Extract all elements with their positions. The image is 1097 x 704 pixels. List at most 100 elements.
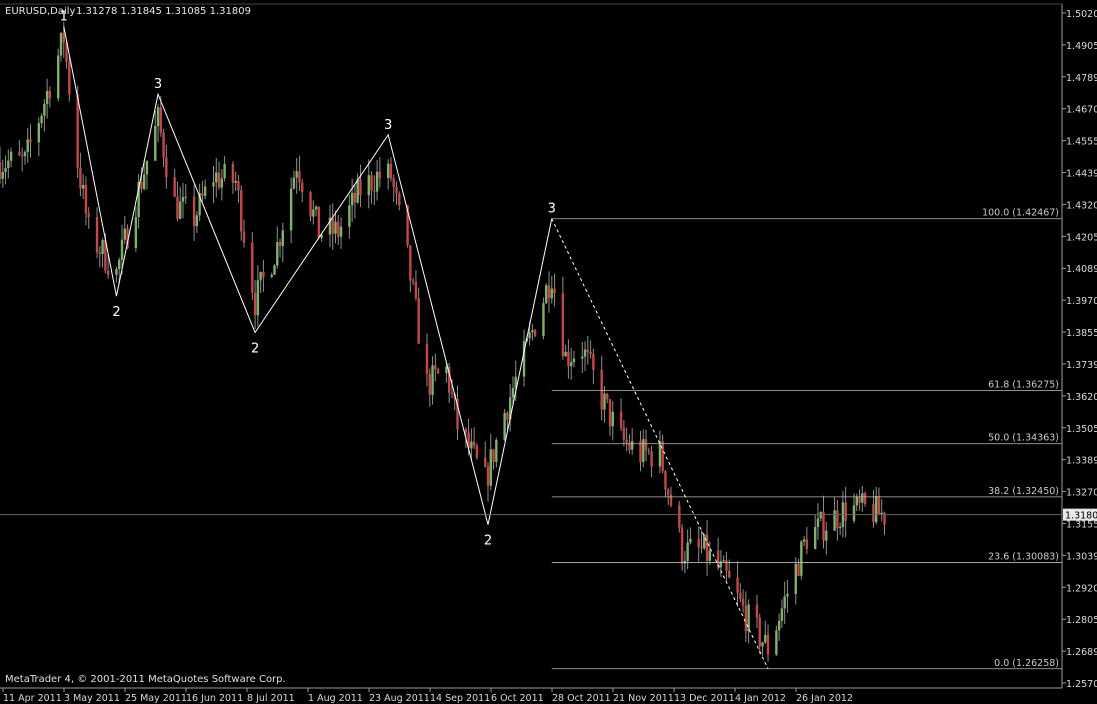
candle-body (486, 466, 490, 486)
candle-body (550, 288, 553, 299)
candle-body (622, 427, 626, 440)
candle-body (838, 527, 842, 529)
candle-body (664, 471, 667, 490)
candle-body (253, 292, 257, 316)
y-tick-label: 1.28050 (1066, 615, 1097, 626)
candle-body (642, 439, 645, 462)
candle-body (630, 441, 634, 450)
y-tick-label: 1.50205 (1066, 9, 1097, 20)
candle-body (761, 642, 764, 647)
candle-body (567, 351, 570, 367)
wave-label-2: 2 (484, 534, 492, 549)
y-tick-label: 1.30395 (1066, 551, 1097, 562)
candle-body (414, 281, 418, 299)
candle-body (484, 457, 487, 467)
candle-body (378, 171, 382, 179)
candle-body (309, 192, 312, 217)
candle-body (331, 217, 334, 234)
candle-body (184, 196, 187, 198)
candle-body (59, 32, 63, 56)
candle-body (775, 630, 778, 655)
y-tick-label: 1.42050 (1066, 232, 1097, 243)
candle-body (231, 164, 235, 183)
candle-body (106, 270, 110, 275)
candle-body (650, 451, 653, 467)
candle-body (259, 271, 262, 281)
candle-body (661, 441, 664, 472)
candle-body (511, 388, 515, 398)
candle-body (689, 538, 692, 543)
candle-body (276, 242, 279, 266)
x-tick-label: 25 May 2011 (125, 693, 187, 704)
fib-level-label: 0.0 (1.26258) (994, 658, 1059, 669)
candle-body (212, 182, 215, 187)
y-tick-label: 1.36205 (1066, 392, 1097, 403)
candle-body (179, 201, 182, 219)
y-tick-label: 1.37395 (1066, 360, 1097, 371)
y-tick-label: 1.43205 (1066, 200, 1097, 211)
wave-label-3: 3 (548, 202, 556, 217)
candle-body (48, 90, 52, 99)
candle-body (251, 242, 254, 293)
candle-body (339, 226, 343, 237)
candle-body (503, 412, 506, 440)
candle-body (495, 439, 498, 462)
candle-body (154, 125, 157, 161)
candle-body (95, 217, 99, 253)
candle-body (217, 172, 221, 188)
wave-label-3: 3 (154, 77, 162, 92)
y-tick-label: 1.25705 (1066, 679, 1097, 690)
candle-body (87, 213, 90, 218)
candle-body (608, 399, 612, 427)
candle-body (619, 411, 623, 428)
candle-body (98, 252, 102, 254)
candle-body (201, 193, 204, 196)
candle-body (880, 512, 883, 515)
candle-body (747, 604, 750, 632)
candle-body (722, 560, 725, 562)
symbol-label: EURUSD,Daily (5, 6, 76, 17)
candle-body (356, 179, 359, 203)
candle-body (755, 604, 759, 618)
candle-body (45, 90, 49, 104)
candle-body (852, 505, 856, 521)
candle-body (802, 539, 806, 542)
candle-body (581, 356, 584, 359)
candle-body (572, 358, 576, 363)
candle-body (470, 441, 473, 449)
candle-body (0, 162, 2, 179)
candle-body (43, 103, 46, 116)
candle-body (23, 152, 27, 157)
candle-body (542, 303, 545, 336)
candle-body (506, 412, 509, 420)
x-tick-label: 16 Jun 2011 (186, 693, 243, 704)
candle-body (145, 160, 149, 175)
candle-body (292, 177, 296, 189)
candle-body (134, 217, 138, 248)
y-tick-label: 1.40895 (1066, 264, 1097, 275)
candle-body (450, 392, 454, 394)
price-chart[interactable]: 100.0 (1.42467) 61.8 (1.36275) 50.0 (1.343… (0, 0, 1097, 704)
candle-body (758, 617, 761, 647)
candle-body (475, 445, 479, 458)
x-tick-label: 6 Oct 2011 (491, 693, 544, 704)
candle-body (273, 265, 276, 275)
y-tick-label: 1.26895 (1066, 647, 1097, 658)
candle-body (805, 539, 809, 550)
candle-body (9, 151, 13, 161)
candle-body (606, 393, 609, 400)
candle-body (813, 527, 817, 550)
y-tick-label: 1.46705 (1066, 105, 1097, 116)
candle-body (417, 298, 420, 344)
candle-body (639, 441, 642, 462)
candle-body (569, 362, 573, 367)
candle-body (697, 538, 700, 547)
candle-body (353, 192, 357, 203)
y-tick-label: 1.45550 (1066, 137, 1097, 148)
candle-body (783, 596, 786, 609)
candle-body (395, 187, 398, 194)
candle-body (667, 489, 670, 495)
candle-body (780, 608, 784, 621)
candle-body (728, 570, 731, 578)
fib-level-label: 38.2 (1.32450) (988, 486, 1059, 497)
